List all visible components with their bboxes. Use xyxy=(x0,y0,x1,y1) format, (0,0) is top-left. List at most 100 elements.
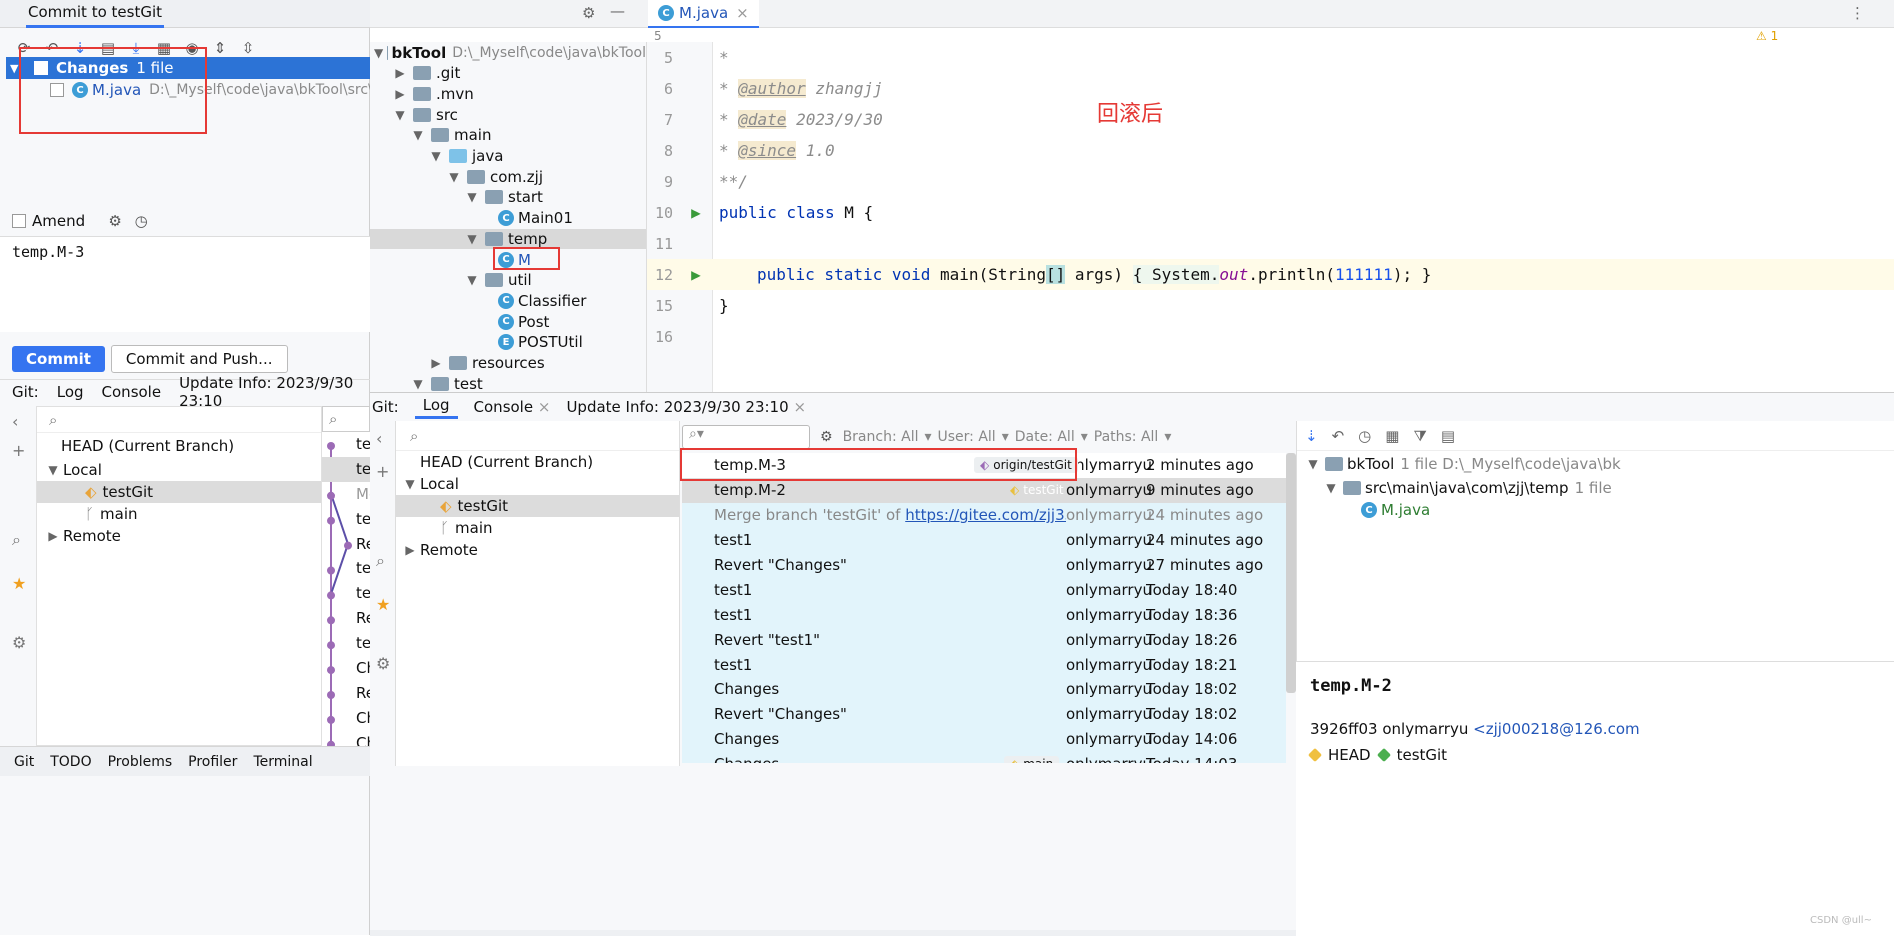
update-info-tab[interactable]: Update Info: 2023/9/30 23:10 × xyxy=(566,398,806,416)
arrow-left-icon[interactable]: ‹ xyxy=(376,429,389,448)
chevron-down-icon[interactable]: ▼ xyxy=(410,377,426,391)
chevron-down-icon[interactable]: ▼ xyxy=(1305,457,1321,471)
search-icon[interactable]: ⌕ xyxy=(12,530,28,550)
gear-icon[interactable]: ⚙ xyxy=(582,4,595,22)
star-icon[interactable]: ★ xyxy=(376,595,389,614)
star-icon[interactable]: ★ xyxy=(12,574,28,593)
bottom-terminal-tab[interactable]: Terminal xyxy=(253,754,312,770)
chevron-right-icon[interactable]: ▶ xyxy=(428,356,444,370)
chevron-down-icon[interactable]: ▼ xyxy=(446,170,462,184)
code-editor[interactable]: 5*6* @author zhangjj7* @date 2023/9/308*… xyxy=(647,42,1894,392)
testgit-item[interactable]: ⬖testGit xyxy=(396,495,679,517)
run-icon[interactable]: ▶ xyxy=(691,203,701,222)
run-icon[interactable]: ▶ xyxy=(691,265,701,284)
settings-icon[interactable]: ⚙ xyxy=(376,654,389,673)
commit-row[interactable]: ChangesonlymarryuToday 18:02 xyxy=(682,677,1286,702)
user-filter[interactable]: User: All xyxy=(938,429,996,445)
chevron-down-icon[interactable]: ▼ xyxy=(464,273,480,287)
commit-row[interactable]: temp.M-2⬖testGitonlymarryu9 minutes ago xyxy=(682,478,1286,503)
clock-icon[interactable]: ◷ xyxy=(1358,427,1371,445)
amend-label[interactable]: Amend xyxy=(32,212,85,230)
paths-filter[interactable]: Paths: All xyxy=(1094,429,1159,445)
close-icon[interactable]: × xyxy=(538,398,551,416)
bottom-todo-tab[interactable]: TODO xyxy=(50,754,91,770)
details-dir[interactable]: ▼ src\main\java\com\zjj\temp 1 file xyxy=(1297,477,1894,499)
commit-link[interactable]: https://gitee.com/zjj3366/free-r xyxy=(905,506,1066,524)
remote-item[interactable]: ▶Remote xyxy=(396,539,679,561)
more-icon[interactable]: ⋮ xyxy=(1850,4,1865,22)
left-branch-search[interactable]: ⌕ xyxy=(37,407,321,433)
search-icon[interactable]: ⌕ xyxy=(376,551,389,571)
left-testgit-item[interactable]: ⬖testGit xyxy=(37,481,321,503)
commit-row[interactable]: ChangesonlymarryuToday 14:06 xyxy=(682,727,1286,752)
project-tree-item[interactable]: ▼java xyxy=(370,146,646,167)
details-root[interactable]: ▼ bkTool 1 file D:\_Myself\code\java\bk xyxy=(1297,451,1894,477)
left-local-item[interactable]: ▼Local xyxy=(37,459,321,481)
bottom-profiler-tab[interactable]: Profiler xyxy=(188,754,237,770)
console-tab[interactable]: Console × xyxy=(474,398,551,416)
chevron-down-icon[interactable]: ▼ xyxy=(45,463,61,477)
chevron-down-icon[interactable]: ▼ xyxy=(402,477,418,491)
left-update-tab[interactable]: Update Info: 2023/9/30 23:10 xyxy=(179,374,370,410)
main-item[interactable]: ᚴmain xyxy=(396,517,679,539)
left-remote-item[interactable]: ▶Remote xyxy=(37,525,321,547)
plus-icon[interactable]: + xyxy=(376,462,389,481)
minimize-icon[interactable]: — xyxy=(610,2,625,20)
left-head-item[interactable]: HEAD (Current Branch) xyxy=(37,433,321,459)
project-tree-item[interactable]: ▶.mvn xyxy=(370,84,646,105)
left-log-row[interactable]: Ch xyxy=(322,731,370,746)
details-file[interactable]: C M.java xyxy=(1297,499,1894,521)
project-tree-item[interactable]: CPost xyxy=(370,311,646,332)
chevron-down-icon[interactable]: ▼ xyxy=(428,149,444,163)
project-tree-item[interactable]: ▼src xyxy=(370,104,646,125)
local-item[interactable]: ▼Local xyxy=(396,473,679,495)
log-scrollbar[interactable] xyxy=(1286,453,1296,693)
project-tree-item[interactable]: CMain01 xyxy=(370,208,646,229)
left-log-row[interactable]: Re xyxy=(322,532,370,557)
arrow-left-icon[interactable]: ‹ xyxy=(12,412,28,431)
left-log-row[interactable]: tes xyxy=(322,507,370,532)
left-log-row[interactable]: tes xyxy=(322,631,370,656)
undo-icon[interactable]: ↶ xyxy=(1332,427,1345,445)
commit-row[interactable]: Revert "test1"onlymarryuToday 18:26 xyxy=(682,627,1286,652)
filter-icon[interactable]: ⧩ xyxy=(1413,427,1426,445)
chevron-down-icon[interactable]: ▼ xyxy=(374,46,383,60)
gear-icon[interactable]: ⚙ xyxy=(820,429,833,445)
close-icon[interactable]: × xyxy=(736,4,749,22)
project-root[interactable]: ▼ bkTool D:\_Myself\code\java\bkTool xyxy=(370,42,646,63)
left-log-row[interactable]: ter xyxy=(322,457,370,482)
left-log-row[interactable]: Ch xyxy=(322,706,370,731)
bottom-git-tab[interactable]: Git xyxy=(14,754,34,770)
branch-filter[interactable]: Branch: All xyxy=(843,429,919,445)
chevron-right-icon[interactable]: ▶ xyxy=(402,543,418,557)
left-log-row[interactable]: Re xyxy=(322,606,370,631)
group-icon[interactable]: ▦ xyxy=(1385,427,1399,445)
commit-and-push-button[interactable]: Commit and Push... xyxy=(111,345,288,373)
chevron-down-icon[interactable]: ▼ xyxy=(464,190,480,204)
left-log-row[interactable]: tes xyxy=(322,581,370,606)
commit-row[interactable]: test1onlymarryuToday 18:21 xyxy=(682,652,1286,677)
chevron-down-icon[interactable]: ▼ xyxy=(410,128,426,142)
left-log-row[interactable]: Ch xyxy=(322,656,370,681)
left-log-row[interactable]: tes xyxy=(322,556,370,581)
settings-icon[interactable]: ⚙ xyxy=(12,633,28,652)
project-tree-item[interactable]: ▶resources xyxy=(370,353,646,374)
layout-icon[interactable]: ▤ xyxy=(1441,427,1455,445)
left-log-tab[interactable]: Log xyxy=(57,383,84,401)
warning-icon[interactable]: ⚠ 1 xyxy=(1756,29,1778,43)
branch-search[interactable]: ⌕ xyxy=(396,421,679,451)
left-log-row[interactable]: Me xyxy=(322,482,370,507)
project-tree-item[interactable]: ▼main xyxy=(370,125,646,146)
expand-all-icon[interactable]: ⇕ xyxy=(210,38,230,58)
commit-row[interactable]: Revert "Changes"onlymarryu27 minutes ago xyxy=(682,553,1286,578)
commit-row[interactable]: Changes⬖mainonlymarryuToday 14:03 xyxy=(682,752,1286,763)
commit-row[interactable]: test1onlymarryuToday 18:40 xyxy=(682,577,1286,602)
project-tree-item[interactable]: ▶.git xyxy=(370,63,646,84)
chevron-down-icon[interactable]: ▼ xyxy=(464,232,480,246)
project-tree-item[interactable]: EPOSTUtil xyxy=(370,332,646,353)
chevron-down-icon[interactable]: ▼ xyxy=(392,108,408,122)
commit-row[interactable]: Merge branch 'testGit' of https://gitee.… xyxy=(682,503,1286,528)
left-console-tab[interactable]: Console xyxy=(102,383,162,401)
left-log-search[interactable]: ⌕ xyxy=(322,406,370,432)
chevron-right-icon[interactable]: ▶ xyxy=(392,87,408,101)
